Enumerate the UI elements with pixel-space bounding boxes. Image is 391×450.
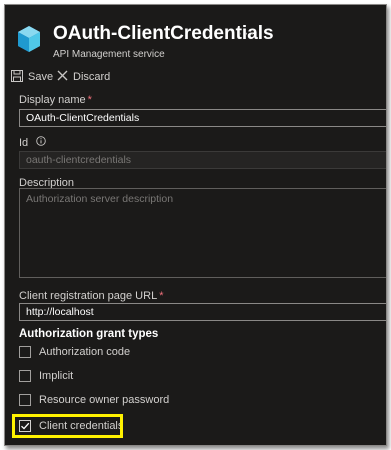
display-name-label: Display name * xyxy=(19,94,92,106)
grant-type-resource-owner-password[interactable]: Resource owner password xyxy=(19,393,169,407)
id-label-text: Id xyxy=(19,136,29,149)
page-subtitle: API Management service xyxy=(53,49,165,60)
discard-button[interactable]: Discard xyxy=(57,68,110,86)
client-registration-url-label: Client registration page URL * xyxy=(19,290,163,302)
save-label: Save xyxy=(28,71,54,83)
highlight-box xyxy=(12,414,123,438)
close-icon xyxy=(57,70,73,84)
blade-panel: OAuth-ClientCredentials ··· API Manageme… xyxy=(4,4,387,446)
display-name-input[interactable]: OAuth-ClientCredentials xyxy=(19,109,386,127)
client-registration-url-input[interactable]: http://localhost xyxy=(19,303,386,321)
save-button[interactable]: Save xyxy=(11,68,53,86)
more-options-button[interactable]: ··· xyxy=(237,25,256,43)
authorization-code-checkbox[interactable] xyxy=(19,346,31,358)
grant-type-implicit[interactable]: Implicit xyxy=(19,369,73,383)
info-icon[interactable] xyxy=(36,136,46,149)
implicit-label: Implicit xyxy=(39,370,74,382)
blade-header: OAuth-ClientCredentials ··· API Manageme… xyxy=(17,23,377,63)
client-registration-url-label-text: Client registration page URL xyxy=(19,290,158,302)
description-textarea[interactable]: Authorization server description xyxy=(19,188,386,278)
resource-owner-password-checkbox[interactable] xyxy=(19,394,31,406)
discard-label: Discard xyxy=(73,71,111,83)
required-marker: * xyxy=(87,94,92,106)
command-bar: Save Discard xyxy=(11,68,371,86)
grant-type-authorization-code[interactable]: Authorization code xyxy=(19,345,130,359)
resource-owner-password-label: Resource owner password xyxy=(39,394,170,406)
authorization-code-label: Authorization code xyxy=(39,346,131,358)
save-icon xyxy=(11,69,28,85)
id-input: oauth-clientcredentials xyxy=(19,151,386,169)
id-label: Id xyxy=(19,136,46,149)
grant-types-heading: Authorization grant types xyxy=(19,328,159,340)
description-placeholder: Authorization server description xyxy=(26,193,174,205)
required-marker: * xyxy=(159,290,164,302)
api-management-icon xyxy=(17,25,41,53)
display-name-label-text: Display name xyxy=(19,94,86,106)
implicit-checkbox[interactable] xyxy=(19,370,31,382)
